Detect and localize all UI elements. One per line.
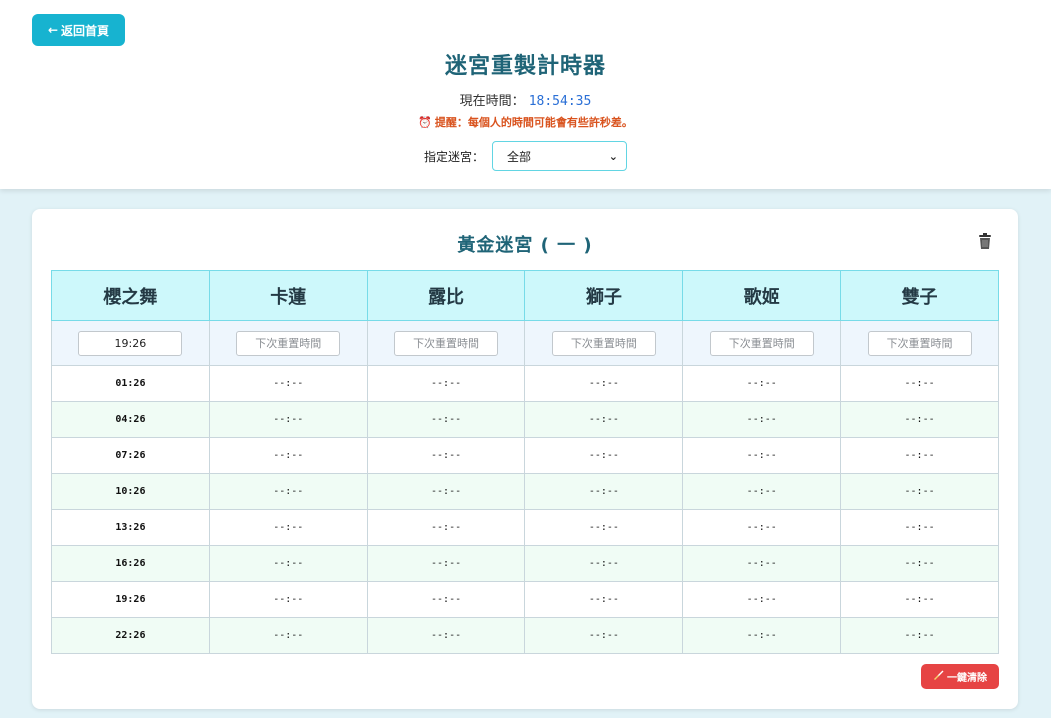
table-cell: --:--	[682, 509, 842, 546]
reminder-message: 提醒：每個人的時間可能會有些許秒差。	[434, 116, 633, 129]
table-cell: --:--	[366, 545, 526, 582]
table-cell: 19:26	[51, 581, 210, 618]
reminder-text: ⏰ 提醒：每個人的時間可能會有些許秒差。	[0, 114, 1051, 130]
table-cell: --:--	[682, 401, 842, 438]
table-cell: --:--	[524, 365, 684, 402]
table-cell: --:--	[840, 401, 999, 438]
clear-all-button[interactable]: 一鍵清除	[921, 664, 999, 689]
table-cell: --:--	[840, 545, 999, 582]
table-cell: --:--	[366, 473, 526, 510]
table-cell: --:--	[524, 509, 684, 546]
page-header: ← 返回首頁 迷宮重製計時器 現在時間： 18:54:35 ⏰ 提醒：每個人的時間可…	[0, 0, 1051, 189]
reset-time-input[interactable]: 下次重置時間	[236, 330, 341, 356]
reset-time-input[interactable]: 下次重置時間	[709, 330, 814, 356]
table-cell: --:--	[524, 617, 684, 654]
trash-icon[interactable]	[976, 232, 994, 250]
table-cell: --:--	[208, 581, 368, 618]
table-cell: --:--	[366, 617, 526, 654]
left-arrow-icon: ←	[47, 23, 59, 37]
reset-time-input[interactable]: 下次重置時間	[394, 330, 499, 356]
table-cell: 01:26	[51, 365, 210, 402]
table-cell: --:--	[366, 581, 526, 618]
table-cell: --:--	[682, 617, 842, 654]
table-cell: --:--	[682, 473, 842, 510]
table-cell: --:--	[524, 437, 684, 474]
table-row: 19:26 --:-- --:-- --:-- --:-- --:--	[51, 581, 999, 618]
table-cell: --:--	[366, 365, 526, 402]
table-cell: --:--	[840, 365, 999, 402]
maze-card-title: 黃金迷宮 ( 一 )	[457, 235, 593, 256]
column-header: 雙子	[840, 270, 999, 321]
table-cell: --:--	[208, 473, 368, 510]
broom-icon	[933, 670, 944, 684]
back-home-label: 返回首頁	[61, 23, 110, 38]
table-row: 04:26 --:-- --:-- --:-- --:-- --:--	[51, 401, 999, 438]
table-cell: --:--	[524, 401, 684, 438]
maze-filter: 指定迷宮： 全部 ⌄	[0, 141, 1051, 171]
table-cell: 16:26	[51, 545, 210, 582]
chevron-down-icon: ⌄	[608, 149, 618, 163]
reset-time-input[interactable]: 下次重置時間	[551, 330, 656, 356]
input-row: 19:26 下次重置時間 下次重置時間 下次重置時間 下次重置時間 下次重置時間	[51, 320, 999, 366]
table-cell: --:--	[208, 437, 368, 474]
current-time-value: 18:54:35	[528, 94, 592, 109]
table-cell: --:--	[840, 473, 999, 510]
maze-select-value: 全部	[507, 149, 532, 164]
table-cell: 22:26	[51, 617, 210, 654]
table-cell: 10:26	[51, 473, 210, 510]
table-cell: --:--	[682, 581, 842, 618]
reset-time-table: 櫻之舞 卡蓮 露比 獅子 歌姬 雙子 19:26 下次重置時間 下次重置時間 下…	[51, 270, 999, 654]
column-header: 露比	[366, 270, 526, 321]
table-cell: --:--	[840, 581, 999, 618]
table-row: 22:26 --:-- --:-- --:-- --:-- --:--	[51, 617, 999, 654]
column-header: 櫻之舞	[51, 270, 210, 321]
table-cell: --:--	[682, 437, 842, 474]
maze-filter-label: 指定迷宮：	[423, 149, 484, 164]
table-cell: --:--	[366, 509, 526, 546]
table-cell: 13:26	[51, 509, 210, 546]
table-cell: 04:26	[51, 401, 210, 438]
table-cell: --:--	[208, 617, 368, 654]
reset-time-input[interactable]: 19:26	[78, 330, 183, 356]
table-row: 07:26 --:-- --:-- --:-- --:-- --:--	[51, 437, 999, 474]
table-row: 16:26 --:-- --:-- --:-- --:-- --:--	[51, 545, 999, 582]
table-cell: --:--	[840, 509, 999, 546]
table-row: 10:26 --:-- --:-- --:-- --:-- --:--	[51, 473, 999, 510]
table-cell: --:--	[208, 509, 368, 546]
table-cell: --:--	[524, 545, 684, 582]
clear-all-label: 一鍵清除	[947, 673, 987, 684]
table-cell: --:--	[208, 545, 368, 582]
page-title: 迷宮重製計時器	[444, 54, 606, 79]
table-cell: --:--	[524, 473, 684, 510]
column-header: 卡蓮	[208, 270, 368, 321]
table-cell: --:--	[840, 437, 999, 474]
table-cell: 07:26	[51, 437, 210, 474]
table-row: 13:26 --:-- --:-- --:-- --:-- --:--	[51, 509, 999, 546]
maze-select[interactable]: 全部 ⌄	[492, 141, 627, 171]
table-cell: --:--	[366, 401, 526, 438]
alarm-clock-icon: ⏰	[418, 116, 432, 129]
table-cell: --:--	[840, 617, 999, 654]
column-header: 獅子	[524, 270, 684, 321]
table-cell: --:--	[682, 365, 842, 402]
table-cell: --:--	[208, 365, 368, 402]
back-home-button[interactable]: ← 返回首頁	[32, 14, 125, 46]
table-cell: --:--	[524, 581, 684, 618]
table-cell: --:--	[208, 401, 368, 438]
reset-time-input[interactable]: 下次重置時間	[867, 330, 972, 356]
table-cell: --:--	[366, 437, 526, 474]
table-cell: --:--	[682, 545, 842, 582]
table-row: 01:26 --:-- --:-- --:-- --:-- --:--	[51, 365, 999, 402]
current-time-label: 現在時間：	[459, 94, 525, 109]
column-header: 歌姬	[682, 270, 842, 321]
maze-card: 黃金迷宮 ( 一 ) 櫻之舞 卡蓮 露比 獅子 歌姬 雙子 19:26 下次重置…	[32, 209, 1018, 709]
current-time: 現在時間： 18:54:35	[0, 90, 1051, 109]
